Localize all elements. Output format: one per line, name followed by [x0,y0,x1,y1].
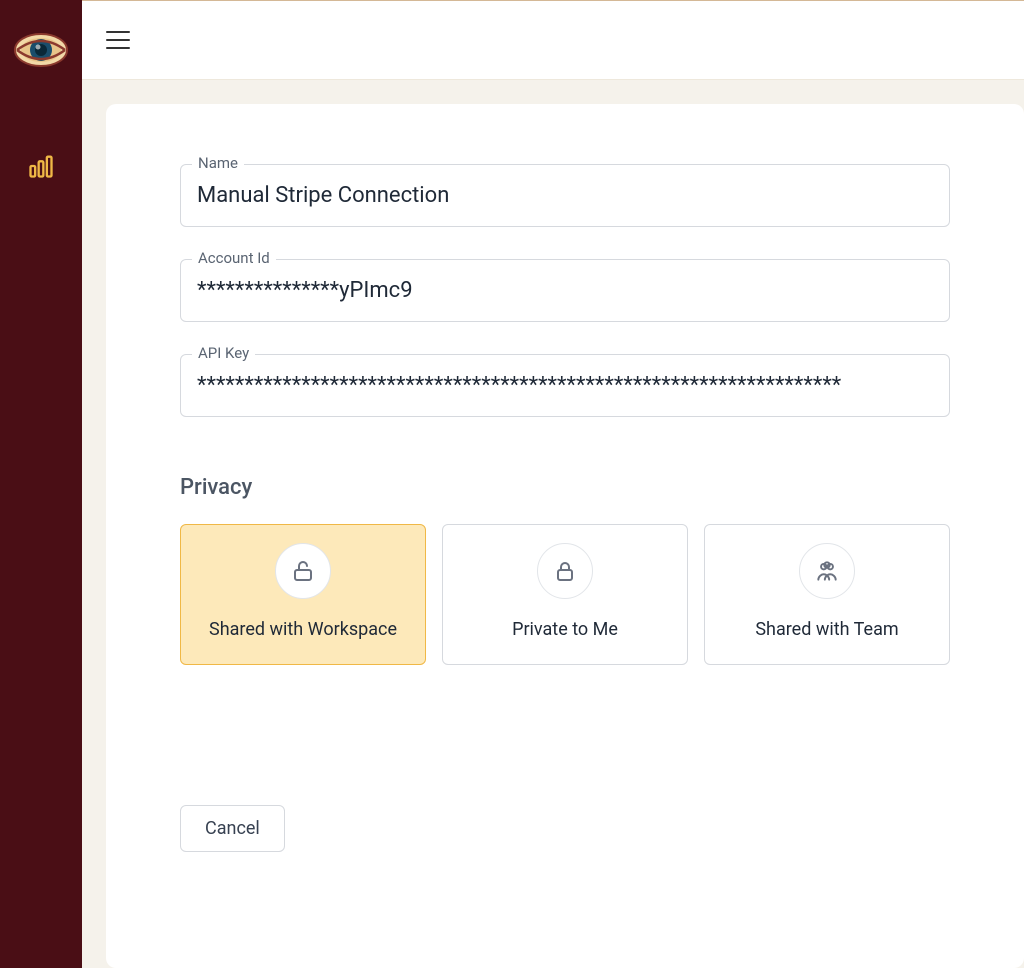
unlock-icon-circle [275,543,331,599]
app-logo [13,30,69,70]
content-wrapper: Name Account Id API Key Privacy [82,80,1024,968]
header [82,0,1024,80]
privacy-option-private[interactable]: Private to Me [442,524,688,665]
main-area: Name Account Id API Key Privacy [82,0,1024,968]
account-id-field-group: Account Id [180,259,950,322]
bar-chart-icon [27,152,55,180]
name-input[interactable] [180,164,950,227]
cancel-button[interactable]: Cancel [180,805,285,852]
privacy-section-title: Privacy [180,475,950,500]
privacy-label-workspace: Shared with Workspace [191,619,415,640]
privacy-label-team: Shared with Team [715,619,939,640]
account-id-label: Account Id [192,249,276,267]
menu-toggle[interactable] [106,31,130,49]
api-key-input[interactable] [180,354,950,417]
form-card: Name Account Id API Key Privacy [106,104,1024,968]
lock-icon [553,559,577,583]
lock-icon-circle [537,543,593,599]
api-key-label: API Key [192,344,255,362]
api-key-field-group: API Key [180,354,950,417]
privacy-option-workspace[interactable]: Shared with Workspace [180,524,426,665]
privacy-option-team[interactable]: Shared with Team [704,524,950,665]
privacy-options: Shared with Workspace Private to Me [180,524,950,665]
form-actions: Cancel [180,805,950,852]
privacy-label-private: Private to Me [453,619,677,640]
name-label: Name [192,154,244,172]
group-icon-circle [799,543,855,599]
sidebar-item-analytics[interactable] [25,150,57,182]
unlock-icon [291,559,315,583]
group-icon [814,558,840,584]
sidebar [0,0,82,968]
name-field-group: Name [180,164,950,227]
account-id-input[interactable] [180,259,950,322]
